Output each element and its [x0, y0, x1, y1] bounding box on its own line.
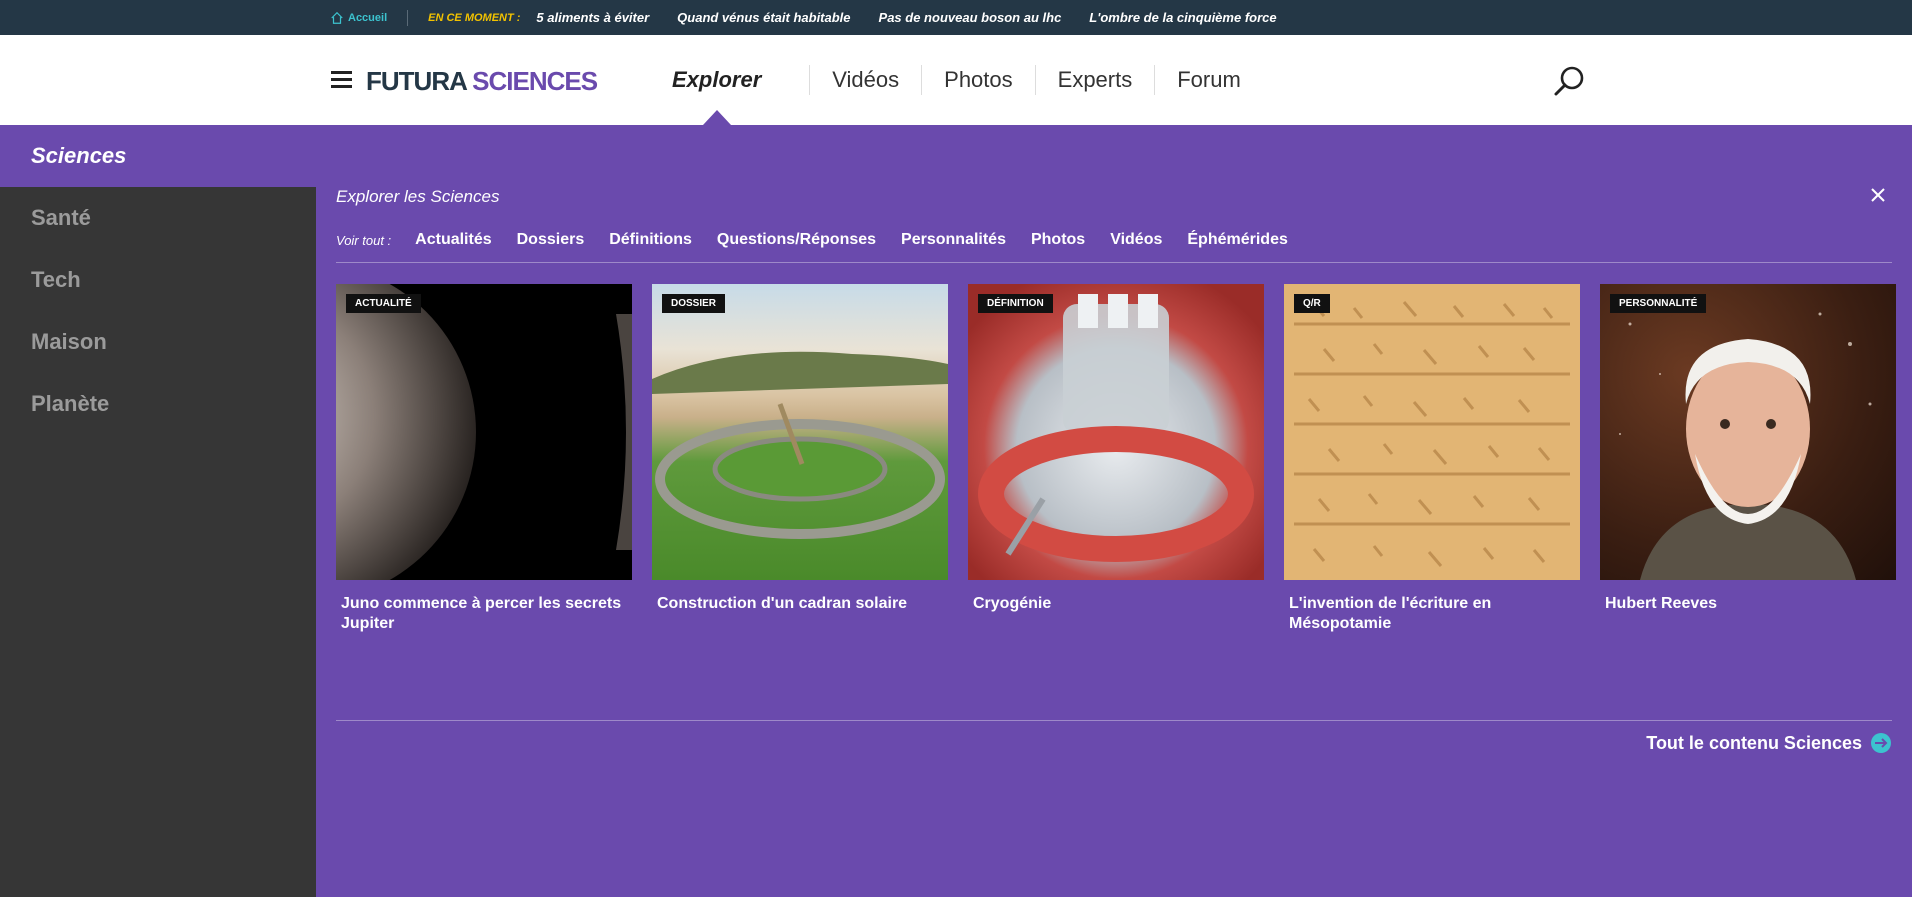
card-badge: Actualité — [346, 294, 421, 313]
filter-videos[interactable]: Vidéos — [1110, 231, 1162, 249]
all-content-link[interactable]: Tout le contenu Sciences — [1646, 732, 1892, 754]
arrow-right-circle-icon — [1871, 733, 1891, 753]
card-title[interactable]: Juno commence à percer les secrets Jupit… — [336, 594, 632, 634]
sidebar-item-sciences[interactable]: Sciences — [0, 125, 1912, 187]
article-card[interactable]: Actualité Juno commence à percer les sec… — [336, 284, 632, 634]
card-list: Actualité Juno commence à percer les sec… — [336, 284, 1896, 634]
home-link-label: Accueil — [348, 11, 388, 24]
card-title[interactable]: Construction d'un cadran solaire — [652, 594, 948, 614]
home-icon — [331, 11, 343, 24]
all-content-label: Tout le contenu Sciences — [1646, 732, 1862, 753]
menu-icon[interactable] — [331, 71, 352, 88]
nav-experts[interactable]: Experts — [1034, 65, 1155, 95]
sidebar-item-planete[interactable]: Planète — [0, 373, 316, 435]
card-title[interactable]: L'invention de l'écriture en Mésopotamie — [1284, 594, 1580, 634]
filter-actualites[interactable]: Actualités — [415, 231, 491, 249]
sidebar-item-sante[interactable]: Santé — [0, 187, 316, 249]
nav-videos[interactable]: Vidéos — [809, 65, 921, 95]
filter-personnalites[interactable]: Personnalités — [901, 231, 1006, 249]
divider — [336, 720, 1892, 721]
nav-explorer[interactable]: Explorer — [650, 65, 809, 95]
nav-photos[interactable]: Photos — [921, 65, 1035, 95]
filter-definitions[interactable]: Définitions — [609, 231, 692, 249]
main-header: FUTURA SCIENCES Explorer Vidéos Photos E… — [0, 35, 1912, 125]
filter-photos[interactable]: Photos — [1031, 231, 1085, 249]
now-label: EN CE MOMENT : — [428, 11, 521, 24]
card-image-sundial: Dossier — [652, 284, 948, 580]
card-badge: Personnalité — [1610, 294, 1707, 313]
category-sidebar: Sciences Santé Tech Maison Planète — [0, 125, 1912, 897]
card-title[interactable]: Hubert Reeves — [1600, 594, 1896, 614]
divider — [407, 9, 409, 26]
trend-link[interactable]: Quand vénus était habitable — [677, 10, 850, 25]
trend-link[interactable]: 5 aliments à éviter — [536, 10, 649, 25]
divider — [336, 262, 1892, 263]
close-icon[interactable] — [1870, 187, 1886, 203]
nav-forum[interactable]: Forum — [1154, 65, 1263, 95]
sidebar-item-maison[interactable]: Maison — [0, 311, 316, 373]
card-badge: Dossier — [662, 294, 726, 313]
card-image-cryogenics: Définition — [968, 284, 1264, 580]
card-image-jupiter: Actualité — [336, 284, 632, 580]
logo-part1: FUTURA — [366, 66, 467, 96]
explore-panel: Explorer les Sciences Voir tout : Actual… — [316, 187, 1912, 897]
filter-bar: Voir tout : Actualités Dossiers Définiti… — [336, 231, 1313, 249]
filter-questions-reponses[interactable]: Questions/Réponses — [717, 231, 876, 249]
sidebar-item-tech[interactable]: Tech — [0, 249, 316, 311]
trend-link[interactable]: Pas de nouveau boson au lhc — [879, 10, 1062, 25]
search-icon[interactable] — [1553, 64, 1587, 98]
article-card[interactable]: Q/R L'invention de l'écriture en Mésopot… — [1284, 284, 1580, 634]
card-image-cuneiform: Q/R — [1284, 284, 1580, 580]
card-badge: Définition — [978, 294, 1053, 313]
card-title[interactable]: Cryogénie — [968, 594, 1264, 614]
article-card[interactable]: Personnalité Hubert Reeves — [1600, 284, 1896, 634]
article-card[interactable]: Dossier Construction d'un cadran solaire — [652, 284, 948, 634]
card-badge: Q/R — [1294, 294, 1330, 313]
panel-title: Explorer les Sciences — [336, 187, 500, 206]
filter-dossiers[interactable]: Dossiers — [517, 231, 585, 249]
filter-ephemerides[interactable]: Éphémérides — [1187, 231, 1287, 249]
article-card[interactable]: Définition Cryogénie — [968, 284, 1264, 634]
active-nav-caret — [703, 110, 731, 125]
main-nav: Explorer Vidéos Photos Experts Forum — [650, 35, 1263, 125]
card-image-portrait: Personnalité — [1600, 284, 1896, 580]
home-link[interactable]: Accueil — [330, 11, 387, 25]
logo-part2: SCIENCES — [472, 66, 598, 96]
top-news-bar: Accueil EN CE MOMENT : 5 aliments à évit… — [0, 0, 1912, 35]
trend-link[interactable]: L'ombre de la cinquième force — [1089, 10, 1276, 25]
site-logo[interactable]: FUTURA SCIENCES — [366, 66, 598, 97]
filter-label: Voir tout : — [336, 232, 392, 248]
